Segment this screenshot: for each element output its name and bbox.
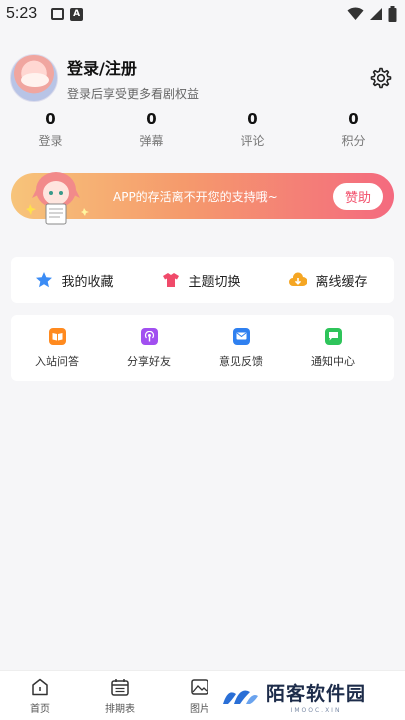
service-share-label: 分享好友 (127, 354, 171, 368)
service-share-button[interactable]: 分享好友 (103, 327, 195, 369)
image-icon (191, 679, 209, 695)
stat-value: 0 (247, 110, 258, 128)
nav-schedule-label: 排期表 (105, 704, 135, 715)
status-time: 5:23 (6, 5, 38, 22)
status-bar: 5:23 A (0, 0, 405, 28)
star-icon (35, 271, 53, 289)
book-icon (48, 327, 66, 345)
message-icon (324, 327, 342, 345)
stat-points[interactable]: 0 积分 (303, 110, 404, 150)
banner-text: APP的存活离不开您的支持哦~ (113, 190, 278, 204)
watermark-title: 陌客软件园 (266, 682, 367, 705)
service-feedback-label: 意见反馈 (219, 354, 263, 368)
shirt-icon (162, 271, 180, 289)
stat-label: 积分 (341, 134, 366, 148)
stat-danmaku[interactable]: 0 弹幕 (101, 110, 202, 150)
stat-login[interactable]: 0 登录 (0, 110, 101, 150)
watermark-logo-icon (223, 690, 258, 704)
login-benefit-subtitle: 登录后享受更多看剧权益 (67, 86, 200, 101)
nav-home[interactable]: 首页 (0, 671, 80, 720)
stat-comments[interactable]: 0 评论 (202, 110, 303, 150)
nav-schedule[interactable]: 排期表 (80, 671, 160, 720)
gallery-notification-icon (51, 8, 65, 20)
a-notification-icon: A (70, 7, 84, 21)
services-card: 入站问答 分享好友 意见反馈 通知中心 (11, 315, 394, 381)
theme-switch-button[interactable]: 主题切换 (138, 271, 265, 290)
stat-value: 0 (146, 110, 157, 128)
service-notify-label: 通知中心 (311, 354, 355, 368)
wifi-icon (347, 7, 364, 20)
offline-cache-label: 离线缓存 (315, 274, 368, 290)
watermark: 陌客软件园 IMOOC.XIN (208, 672, 405, 720)
service-notify-button[interactable]: 通知中心 (287, 327, 379, 369)
theme-switch-label: 主题切换 (188, 274, 241, 290)
avatar[interactable] (10, 54, 58, 102)
service-feedback-button[interactable]: 意见反馈 (195, 327, 287, 369)
watermark-subtitle: IMOOC.XIN (290, 706, 342, 714)
favorites-button[interactable]: 我的收藏 (11, 271, 138, 290)
stats-row: 0 登录 0 弹幕 0 评论 0 积分 (0, 110, 405, 150)
login-register-title[interactable]: 登录/注册 (67, 55, 199, 79)
favorites-label: 我的收藏 (61, 274, 114, 290)
service-qa-button[interactable]: 入站问答 (11, 327, 103, 369)
stat-label: 评论 (240, 134, 265, 148)
service-qa-label: 入站问答 (35, 354, 79, 368)
sponsor-button[interactable]: 赞助 (333, 183, 383, 210)
nav-home-label: 首页 (30, 704, 50, 715)
battery-icon (388, 6, 397, 22)
settings-button[interactable] (367, 65, 393, 91)
calendar-icon (111, 679, 129, 696)
gear-icon (370, 67, 392, 89)
mascot-illustration (26, 172, 89, 225)
nav-images-label: 图片 (190, 704, 210, 715)
stat-value: 0 (348, 110, 359, 128)
stat-label: 登录 (38, 134, 63, 148)
mail-icon (232, 327, 250, 345)
signal-icon (370, 8, 382, 20)
stat-label: 弹幕 (139, 134, 164, 148)
stat-value: 0 (45, 110, 56, 128)
home-icon (32, 678, 48, 696)
offline-cache-button[interactable]: 离线缓存 (265, 271, 392, 290)
podcast-icon (140, 327, 158, 345)
profile-header[interactable]: 登录/注册 登录后享受更多看剧权益 (10, 52, 395, 104)
quick-actions-card: 我的收藏 主题切换 离线缓存 (11, 257, 394, 303)
download-icon (289, 271, 308, 289)
